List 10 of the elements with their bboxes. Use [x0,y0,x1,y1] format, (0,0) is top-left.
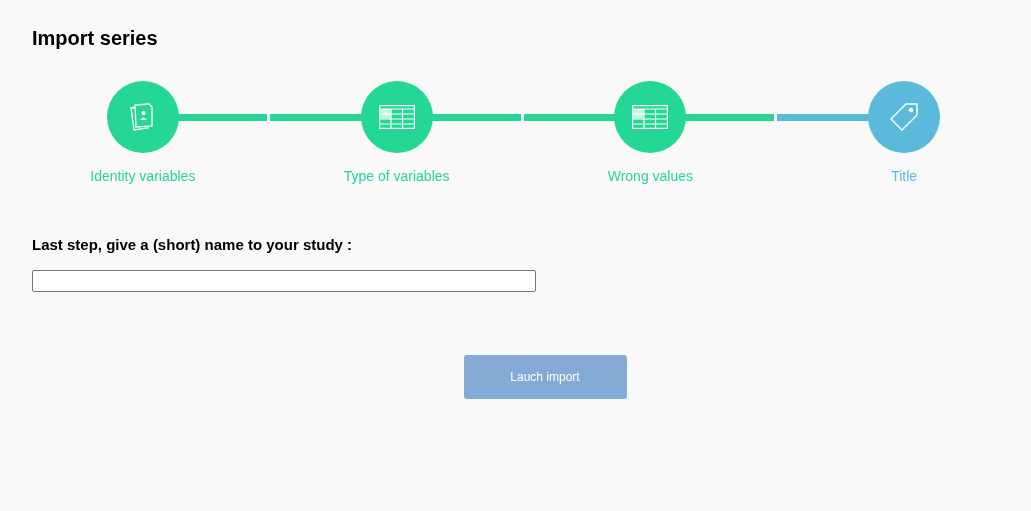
step-label: Wrong values [607,168,694,184]
table-icon [632,105,669,129]
page-title: Import series [32,26,158,51]
study-name-field[interactable] [32,270,536,292]
table-icon [378,105,415,129]
tag-icon [889,102,920,132]
step-label: Type of variables [343,168,450,184]
name-prompt: Last step, give a (short) name to your study : [32,236,353,254]
step-label: Title [891,168,918,184]
step-label: Identity variables [90,168,196,184]
